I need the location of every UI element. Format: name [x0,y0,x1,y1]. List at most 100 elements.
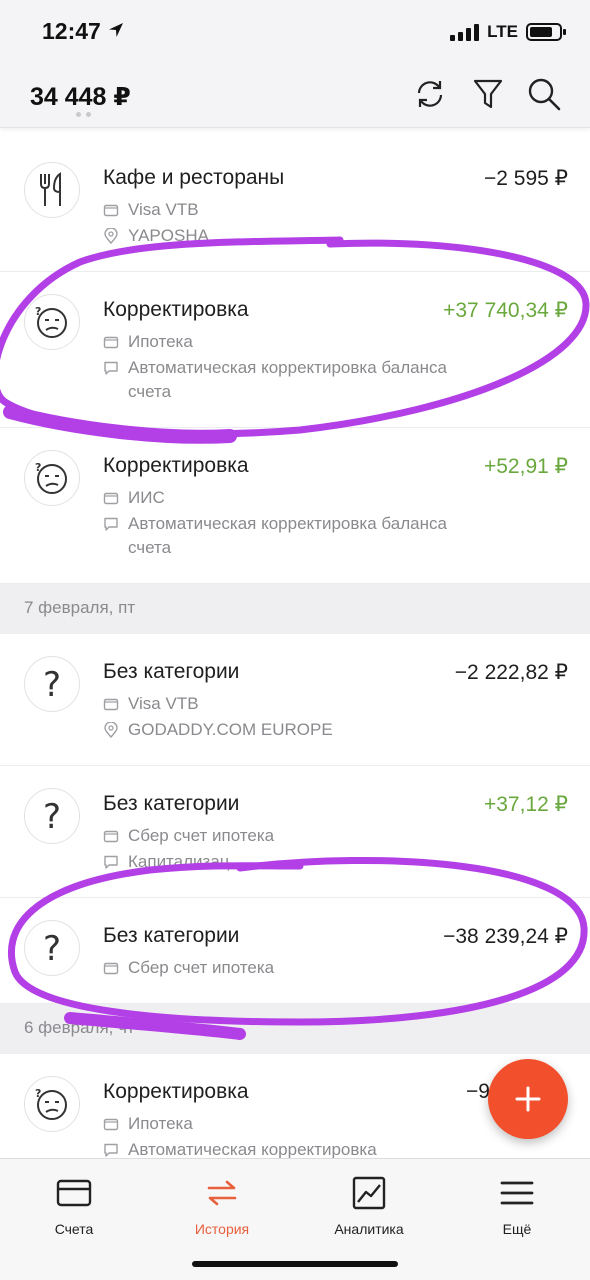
tab-history[interactable]: История [162,1173,282,1237]
transaction-account-label: ИИС [128,488,165,507]
transaction-amount: +37,12 ₽ [483,793,568,816]
tab-label: Счета [54,1221,94,1237]
transaction-account-label: Ипотека [128,1114,193,1133]
transaction-note-text: Автоматическая корректировка баланса сче… [128,514,447,557]
comment-icon [104,361,118,375]
status-indicators: LTE [450,22,566,42]
transaction-item[interactable]: ? Без категории −38 239,24 ₽ Сбер счет и… [0,898,590,1004]
transaction-category: Кафе и рестораны [103,166,285,189]
wallet-icon [103,492,119,505]
wallet-icon [103,336,119,349]
menu-icon [500,1181,534,1205]
comment-icon [104,1143,118,1157]
transfer-arrows-icon [207,1180,237,1206]
transaction-category: Корректировка [103,454,249,477]
status-time: 12:47 [42,18,101,44]
question-icon: ? [24,920,80,976]
transaction-account: Ипотека [103,330,193,354]
status-bar: 12:47 LTE [0,0,590,62]
transaction-list[interactable]: Кафе и рестораны −2 595 ₽ Visa VTB YAPOS… [0,128,590,1158]
transaction-amount: +52,91 ₽ [483,455,568,478]
tab-accounts[interactable]: Счета [14,1173,134,1237]
transaction-account: Visa VTB [103,198,199,222]
confused-face-icon: ? [24,294,80,350]
add-transaction-button[interactable] [488,1059,568,1139]
transaction-account-label: Сбер счет ипотека [128,826,275,845]
transaction-account: Сбер счет ипотека [103,824,274,848]
tab-label: Ещё [502,1221,532,1237]
signal-icon [450,23,480,41]
app-header: 34 448 ₽ [0,62,590,128]
tab-analytics[interactable]: Аналитика [309,1173,429,1237]
comment-icon [104,517,118,531]
fork-knife-icon [24,162,80,218]
network-label: LTE [487,22,518,41]
confused-face-icon: ? [24,1076,80,1132]
total-balance[interactable]: 34 448 ₽ [30,82,131,112]
transaction-note: Автоматическая корректировка баланса сче… [103,512,468,560]
filter-icon[interactable] [470,76,506,112]
battery-icon [526,23,566,41]
transaction-item[interactable]: ? Корректировка +52,91 ₽ ИИС Автоматичес… [0,428,590,584]
transaction-amount: −9 [466,1080,490,1103]
svg-text:?: ? [35,461,41,474]
plus-icon [515,1086,541,1112]
transaction-account-label: Visa VTB [128,200,199,219]
transaction-item[interactable]: ? Без категории −2 222,82 ₽ Visa VTB GOD… [0,634,590,766]
wallet-icon [103,204,119,217]
transaction-account-label: Ипотека [128,332,193,351]
transaction-category: Без категории [103,924,240,947]
question-icon: ? [24,788,80,844]
transaction-category: Без категории [103,660,240,683]
transaction-amount: −2 595 ₽ [483,167,568,190]
transaction-item[interactable]: ? Корректировка +37 740,34 ₽ Ипотека Авт… [0,272,590,428]
date-label: 6 февраля, чт [24,1018,135,1037]
transaction-account: Сбер счет ипотека [103,956,274,980]
search-icon[interactable] [526,76,562,112]
svg-text:?: ? [43,665,61,703]
transaction-category: Без категории [103,792,240,815]
wallet-icon [103,1118,119,1131]
transaction-note: Автоматическая корректировка [103,1138,377,1158]
svg-text:?: ? [43,797,61,835]
transaction-account-label: Сбер счет ипотека [128,958,275,977]
transaction-item[interactable]: Кафе и рестораны −2 595 ₽ Visa VTB YAPOS… [0,140,590,272]
transaction-note-text: GODADDY.COM EUROPE [128,720,333,739]
transaction-note: Капитализац [103,850,230,874]
location-icon [104,722,118,738]
page-dots [76,112,91,117]
comment-icon [104,855,118,869]
tab-more[interactable]: Ещё [457,1173,577,1237]
transaction-category: Корректировка [103,298,249,321]
transaction-account-label: Visa VTB [128,694,199,713]
wallet-icon [103,830,119,843]
transaction-note-text: YAPOSHA [128,226,209,245]
chart-icon [352,1176,386,1210]
date-header: 6 февраля, чт [0,1004,590,1054]
transaction-amount: +37 740,34 ₽ [443,299,568,322]
svg-text:?: ? [35,305,41,318]
location-arrow-icon [109,23,123,37]
transaction-category: Корректировка [103,1080,249,1103]
transaction-note-text: Автоматическая корректировка баланса сче… [128,358,447,401]
transaction-note: GODADDY.COM EUROPE [103,718,333,742]
confused-face-icon: ? [24,450,80,506]
card-icon [56,1179,92,1207]
transaction-amount: −38 239,24 ₽ [443,925,568,948]
sync-icon[interactable] [412,76,448,112]
location-icon [104,228,118,244]
tab-label: Аналитика [334,1221,404,1237]
transaction-amount: −2 222,82 ₽ [454,661,568,684]
transaction-note: Автоматическая корректировка баланса сче… [103,356,468,404]
tab-label: История [194,1221,250,1237]
transaction-item[interactable]: ? Без категории +37,12 ₽ Сбер счет ипоте… [0,766,590,898]
svg-text:?: ? [35,1087,41,1100]
date-label: 7 февраля, пт [24,598,136,617]
transaction-account: ИИС [103,486,165,510]
home-indicator [192,1261,398,1267]
wallet-icon [103,962,119,975]
transaction-account: Ипотека [103,1112,193,1136]
transaction-account: Visa VTB [103,692,199,716]
question-icon: ? [24,656,80,712]
svg-text:?: ? [43,929,61,967]
